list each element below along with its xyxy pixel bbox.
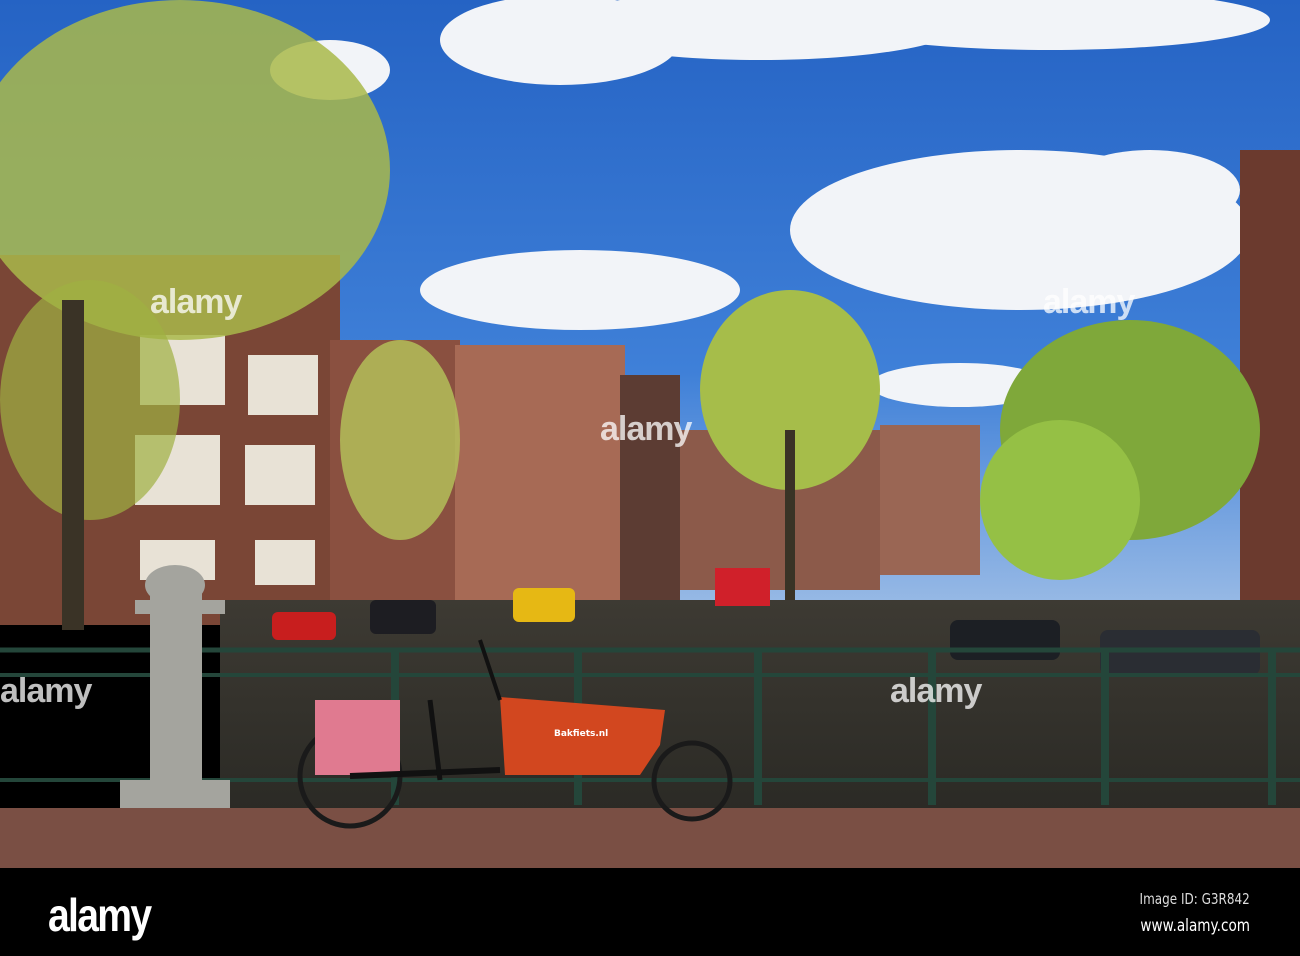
stone-bollard: [120, 565, 230, 815]
cargo-box-label: Bakfiets.nl: [554, 729, 609, 739]
watermark: alamy: [600, 410, 692, 448]
image-id: Image ID: G3R842: [1139, 890, 1250, 908]
watermark: alamy: [150, 283, 242, 321]
watermark: alamy: [890, 672, 982, 710]
pavement: [0, 808, 1300, 868]
footer-bar: alamy Image ID: G3R842 www.alamy.com: [0, 868, 1300, 956]
watermark: alamy: [1043, 283, 1135, 321]
site-url: www.alamy.com: [1140, 916, 1250, 936]
alamy-logo: alamy: [48, 889, 152, 941]
photo-scene: Bakfiets.nl alamy alamy alamy alamy alam…: [0, 0, 1300, 956]
watermark: alamy: [0, 672, 92, 710]
